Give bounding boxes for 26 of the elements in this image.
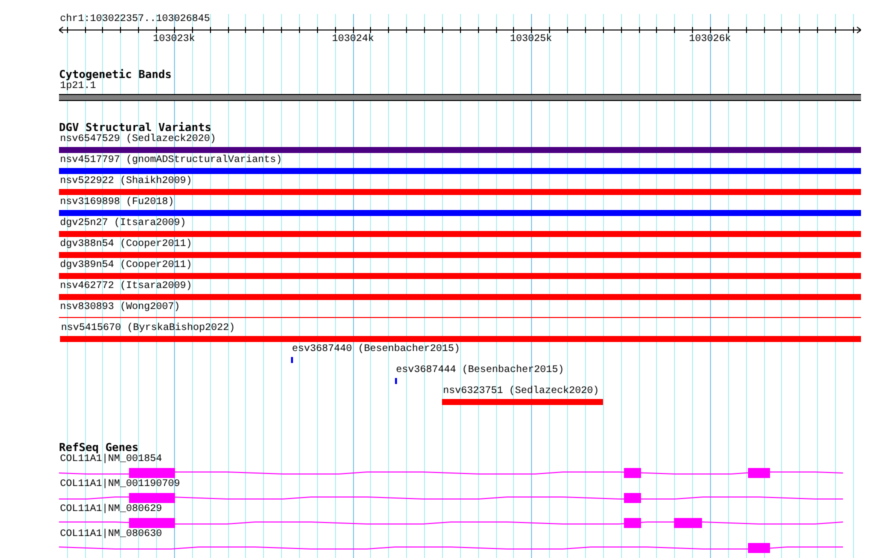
- gene-label: COL11A1|NM_080629: [60, 504, 162, 516]
- variant-label: nsv3169898 (Fu2018): [60, 197, 174, 209]
- variant-label: dgv25n27 (Itsara2009): [60, 218, 186, 230]
- variant-label: nsv4517797 (gnomADStructuralVariants): [60, 155, 282, 167]
- tick-label: 103024k: [332, 34, 374, 46]
- track-title: Cytogenetic Bands: [59, 69, 172, 81]
- variant-label: nsv522922 (Shaikh2009): [60, 176, 192, 188]
- variant-label: nsv462772 (Itsara2009): [60, 281, 192, 293]
- tick-label: 103023k: [153, 34, 196, 46]
- variant-label: esv3687440 (Besenbacher2015): [292, 344, 460, 356]
- gene-label: COL11A1|NM_001190709: [60, 479, 180, 491]
- genomic-range: chr1:103022357..103026845: [60, 14, 210, 26]
- variant-label: nsv830893 (Wong2007): [60, 302, 180, 314]
- variant-label: nsv6547529 (Sedlazeck2020): [60, 134, 216, 146]
- variant-label: esv3687444 (Besenbacher2015): [396, 365, 564, 377]
- gene-label: COL11A1|NM_080630: [60, 529, 162, 541]
- track-title: DGV Structural Variants: [59, 122, 212, 134]
- variant-label: dgv388n54 (Cooper2011): [60, 239, 192, 251]
- band-label: 1p21.1: [60, 81, 96, 93]
- track-title: RefSeq Genes: [59, 442, 138, 454]
- tick-label: 103025k: [510, 34, 552, 46]
- variant-label: nsv5415670 (ByrskaBishop2022): [61, 323, 236, 335]
- variant-label: dgv389n54 (Cooper2011): [60, 260, 192, 272]
- gene-label: COL11A1|NM_001854: [60, 454, 162, 466]
- variant-label: nsv6323751 (Sedlazeck2020): [443, 386, 600, 398]
- tick-label: 103026k: [689, 34, 732, 46]
